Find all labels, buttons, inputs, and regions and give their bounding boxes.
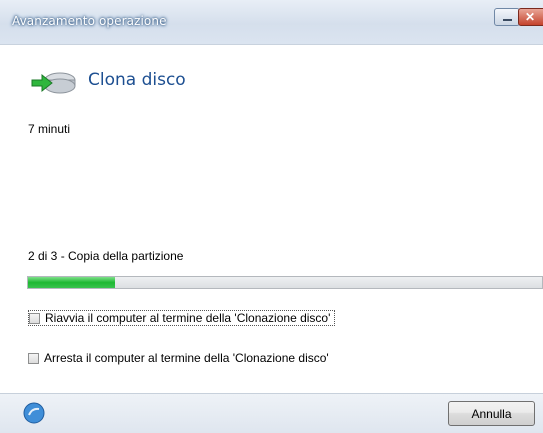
close-button[interactable]: ✕ bbox=[518, 8, 543, 26]
step-status: 2 di 3 - Copia della partizione bbox=[28, 249, 184, 263]
progress-fill bbox=[28, 277, 116, 288]
restart-label: Riavvia il computer al termine della 'Cl… bbox=[45, 311, 331, 325]
footer-bar: Annulla bbox=[0, 393, 543, 433]
close-icon: ✕ bbox=[524, 10, 536, 24]
window-title: Avanzamento operazione bbox=[12, 14, 167, 28]
minimize-icon bbox=[502, 18, 512, 21]
restart-option[interactable]: Riavvia il computer al termine della 'Cl… bbox=[28, 310, 336, 326]
shutdown-option[interactable]: Arresta il computer al termine della 'Cl… bbox=[28, 351, 329, 365]
help-icon[interactable] bbox=[23, 402, 45, 424]
title-bar: Avanzamento operazione ✕ bbox=[0, 0, 543, 45]
cancel-button[interactable]: Annulla bbox=[448, 401, 535, 426]
restart-checkbox[interactable] bbox=[29, 312, 40, 324]
time-remaining: 7 minuti bbox=[28, 122, 71, 136]
minimize-button[interactable] bbox=[494, 8, 520, 26]
progress-bar bbox=[27, 276, 543, 289]
shutdown-checkbox[interactable] bbox=[28, 352, 39, 364]
progress-dialog: Avanzamento operazione ✕ Clona disco 7 m… bbox=[0, 0, 543, 433]
shutdown-label: Arresta il computer al termine della 'Cl… bbox=[44, 351, 329, 365]
operation-title: Clona disco bbox=[88, 70, 186, 90]
clone-disk-icon bbox=[31, 72, 76, 94]
